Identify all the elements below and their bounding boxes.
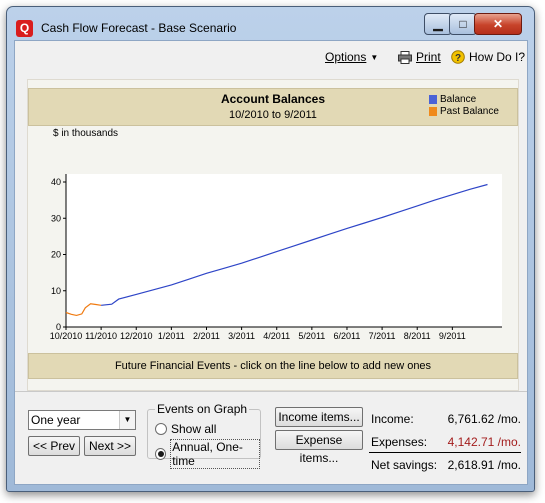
net-savings-value: 2,618.91 /mo. (447, 458, 521, 472)
chevron-down-icon[interactable]: ▼ (119, 411, 135, 429)
y-tick-label: 10 (51, 286, 61, 296)
period-value: One year (31, 413, 81, 427)
title-bar[interactable]: Q Cash Flow Forecast - Base Scenario ▁ □… (7, 7, 534, 39)
prev-button[interactable]: << Prev (28, 436, 80, 456)
maximize-button[interactable]: □ (449, 13, 477, 35)
expenses-label: Expenses: (371, 435, 428, 449)
x-tick-label: 11/2010 (85, 331, 117, 341)
print-button[interactable]: Print (398, 50, 441, 64)
radio-show-all-circle[interactable] (155, 423, 167, 435)
options-label: Options (325, 50, 367, 64)
options-menu[interactable]: Options ▼ (325, 50, 378, 64)
y-tick-label: 20 (51, 250, 61, 260)
summary-divider (369, 452, 521, 453)
x-tick-label: 7/2011 (369, 331, 396, 341)
events-on-graph-group: Events on Graph Show all Annual, One-tim… (147, 402, 261, 469)
net-savings-label: Net savings: (371, 458, 438, 472)
how-do-i-button[interactable]: ? How Do I? (451, 50, 525, 64)
client-area: Options ▼ Print ? How Do I? Account Bala… (14, 40, 528, 485)
toolbar: Options ▼ Print ? How Do I? (15, 41, 527, 75)
close-icon: ✕ (492, 17, 504, 31)
account-balance-chart[interactable]: 01020304010/2010 11/2010 12/2010 1/2011 2/20… (28, 80, 518, 345)
radio-annual-onetime-circle[interactable] (155, 448, 167, 460)
maximize-icon: □ (459, 17, 467, 31)
dropdown-arrow-icon: ▼ (370, 52, 379, 62)
expenses-value: 4,142.71 /mo. (447, 435, 521, 449)
income-value: 6,761.62 /mo. (447, 412, 521, 426)
x-tick-label: 8/2011 (404, 331, 431, 341)
printer-icon (398, 50, 412, 64)
income-items-button[interactable]: Income items... (275, 407, 363, 427)
how-do-i-label: How Do I? (469, 50, 526, 64)
radio-show-all[interactable]: Show all (155, 422, 216, 436)
radio-show-all-label: Show all (171, 422, 217, 436)
quicken-app-icon[interactable]: Q (16, 20, 33, 37)
expense-items-button[interactable]: Expense items... (275, 430, 363, 465)
x-tick-label: 5/2011 (298, 331, 325, 341)
minimize-icon: ▁ (433, 17, 443, 31)
window-title: Cash Flow Forecast - Base Scenario (41, 21, 237, 35)
next-button[interactable]: Next >> (84, 436, 136, 456)
x-tick-label: 9/2011 (439, 331, 466, 341)
x-tick-label: 3/2011 (228, 331, 255, 341)
x-tick-label: 4/2011 (263, 331, 290, 341)
svg-text:?: ? (455, 53, 461, 64)
plot-area (66, 174, 502, 327)
radio-annual-onetime[interactable]: Annual, One-time (155, 439, 260, 469)
y-tick-label: 40 (51, 177, 61, 187)
cash-flow-window: Q Cash Flow Forecast - Base Scenario ▁ □… (6, 6, 535, 492)
income-label: Income: (371, 412, 414, 426)
events-on-graph-title: Events on Graph (155, 402, 250, 416)
print-label: Print (416, 50, 441, 64)
future-events-header: Future Financial Events - click on the l… (28, 353, 518, 379)
x-tick-label: 1/2011 (158, 331, 185, 341)
chart-panel: Account Balances 10/2010 to 9/2011 Balan… (27, 79, 519, 407)
controls-bar: One year ▼ << Prev Next >> Events on Gra… (15, 391, 527, 484)
minimize-button[interactable]: ▁ (424, 13, 452, 35)
x-tick-label: 2/2011 (193, 331, 220, 341)
help-icon: ? (451, 50, 465, 64)
x-tick-label: 6/2011 (334, 331, 361, 341)
x-tick-label: 12/2010 (120, 331, 153, 341)
radio-annual-onetime-label: Annual, One-time (170, 439, 260, 469)
y-tick-label: 30 (51, 213, 61, 223)
period-select[interactable]: One year ▼ (28, 410, 136, 430)
x-tick-label: 10/2010 (50, 331, 83, 341)
close-button[interactable]: ✕ (474, 13, 522, 35)
